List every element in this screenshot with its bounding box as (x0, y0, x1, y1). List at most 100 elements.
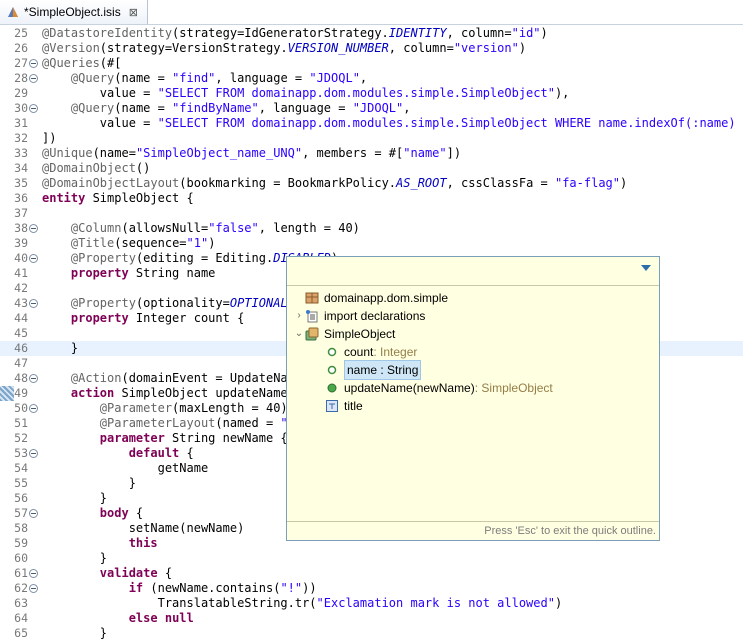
code-text: else null (128, 611, 194, 625)
code-line[interactable]: 32]) (0, 131, 743, 146)
fold-toggle-icon[interactable] (29, 449, 38, 458)
outline-filter-input[interactable] (287, 257, 659, 286)
code-line[interactable]: 29 value = "SELECT FROM domainapp.dom.mo… (0, 86, 743, 101)
line-number: 45 (14, 326, 28, 340)
fold-toggle-icon[interactable] (29, 104, 38, 113)
code-text: @Unique(name="SimpleObject_name_UNQ", me… (42, 146, 462, 160)
code-line[interactable]: 25 @DatastoreIdentity(strategy=IdGenerato… (0, 26, 743, 41)
code-text: @DatastoreIdentity(strategy=IdGeneratorS… (42, 26, 548, 40)
line-number: 35 (14, 176, 28, 190)
line-number: 29 (14, 86, 28, 100)
tab-title: *SimpleObject.isis (24, 5, 121, 19)
fold-toggle-icon[interactable] (29, 569, 38, 578)
code-line[interactable]: 34 @DomainObject() (0, 161, 743, 176)
line-number: 56 (14, 491, 28, 505)
line-number: 61 (14, 566, 28, 580)
code-text: } (42, 341, 79, 355)
code-text: if (newName.contains("!")) (128, 581, 317, 595)
code-line[interactable]: 27 @Queries(#[ (0, 56, 743, 71)
view-menu-icon[interactable] (641, 265, 651, 271)
file-icon (6, 5, 20, 19)
line-number: 26 (14, 41, 28, 55)
fold-toggle-icon[interactable] (29, 374, 38, 383)
outline-item-label: domainapp.dom.simple (324, 291, 449, 305)
line-number: 52 (14, 431, 28, 445)
code-line[interactable]: 26 @Version(strategy=VersionStrategy.VERS… (0, 41, 743, 56)
close-icon[interactable]: ⊠ (129, 6, 138, 19)
line-number: 46 (14, 341, 28, 355)
fold-toggle-icon[interactable] (29, 254, 38, 263)
fold-toggle-icon[interactable] (29, 59, 38, 68)
code-line[interactable]: 28 @Query(name = "find", language = "JDO… (0, 71, 743, 86)
code-line[interactable]: 62 if (newName.contains("!")) (0, 581, 743, 596)
outline-item-label: count (344, 345, 374, 359)
title-icon (325, 399, 339, 413)
code-text: value = "SELECT FROM domainapp.dom.modul… (42, 116, 743, 130)
fold-toggle-icon[interactable] (29, 404, 38, 413)
code-line[interactable]: 39 @Title(sequence="1") (0, 236, 743, 251)
code-line[interactable]: 35 @DomainObjectLayout(bookmarking = Book… (0, 176, 743, 191)
line-number: 30 (14, 101, 28, 115)
code-line[interactable]: 31 value = "SELECT FROM domainapp.dom.mo… (0, 116, 743, 131)
code-line[interactable]: 37 (0, 206, 743, 221)
code-text: @Query(name = "find", language = "JDOQL"… (70, 71, 368, 85)
code-text: @Queries(#[ (42, 56, 122, 70)
expand-toggle-icon[interactable]: ⌄ (293, 325, 305, 343)
outline-item[interactable]: title (313, 397, 363, 415)
line-number: 34 (14, 161, 28, 175)
fold-toggle-icon[interactable] (29, 509, 38, 518)
code-text: @Property(optionality=OPTIONAL) (70, 296, 295, 310)
code-text: this (128, 536, 158, 550)
outline-item-label: name : String (344, 360, 422, 380)
code-text: entity SimpleObject { (42, 191, 194, 205)
code-line[interactable]: 64 else null (0, 611, 743, 626)
code-text: property String name (70, 266, 216, 280)
fold-toggle-icon[interactable] (29, 74, 38, 83)
code-text: } (42, 626, 108, 640)
line-number: 55 (14, 476, 28, 490)
line-number: 31 (14, 116, 28, 130)
line-number: 44 (14, 311, 28, 325)
fold-toggle-icon[interactable] (29, 299, 38, 308)
code-text: @DomainObjectLayout(bookmarking = Bookma… (42, 176, 628, 190)
method-icon (325, 381, 339, 395)
code-text: TranslatableString.tr("Exclamation mark … (42, 596, 563, 610)
outline-item[interactable]: count : Integer (313, 343, 417, 361)
code-line[interactable]: 60 } (0, 551, 743, 566)
code-text: @Version(strategy=VersionStrategy.VERSIO… (42, 41, 527, 55)
line-number: 37 (14, 206, 28, 220)
code-line[interactable]: 63 TranslatableString.tr("Exclamation ma… (0, 596, 743, 611)
quick-outline-popup: domainapp.dom.simple › import declarations… (286, 256, 660, 541)
code-text: validate { (99, 566, 173, 580)
code-text: } (42, 551, 108, 565)
line-number: 62 (14, 581, 28, 595)
outline-item-type: : SimpleObject (474, 381, 553, 395)
code-line[interactable]: 61 validate { (0, 566, 743, 581)
outline-item[interactable]: name : String (313, 360, 422, 380)
editor-tab-bar: *SimpleObject.isis ⊠ (0, 0, 743, 25)
code-line[interactable]: 33 @Unique(name="SimpleObject_name_UNQ", … (0, 146, 743, 161)
outline-item[interactable]: ⌄ SimpleObject (293, 325, 396, 343)
editor-tab[interactable]: *SimpleObject.isis ⊠ (0, 0, 148, 24)
outline-item[interactable]: domainapp.dom.simple (293, 289, 448, 307)
code-line[interactable]: 65 } (0, 626, 743, 641)
fold-toggle-icon[interactable] (29, 584, 38, 593)
code-line[interactable]: 30 @Query(name = "findByName", language … (0, 101, 743, 116)
code-text: @Column(allowsNull="false", length = 40) (70, 221, 360, 235)
line-number: 64 (14, 611, 28, 625)
code-text: setName(newName) (42, 521, 245, 535)
code-line[interactable]: 36 entity SimpleObject { (0, 191, 743, 206)
expand-toggle-icon[interactable]: › (293, 307, 305, 325)
outline-item-label: SimpleObject (324, 327, 396, 341)
line-number: 54 (14, 461, 28, 475)
class-icon (305, 327, 319, 341)
line-number: 27 (14, 56, 28, 70)
line-number: 60 (14, 551, 28, 565)
fold-toggle-icon[interactable] (29, 224, 38, 233)
line-number: 41 (14, 266, 28, 280)
code-text: } (42, 476, 136, 490)
outline-item[interactable]: › import declarations (293, 307, 425, 325)
outline-item[interactable]: updateName(newName) : SimpleObject (313, 379, 553, 397)
code-text: action SimpleObject updateName { (70, 386, 303, 400)
code-line[interactable]: 38 @Column(allowsNull="false", length = … (0, 221, 743, 236)
